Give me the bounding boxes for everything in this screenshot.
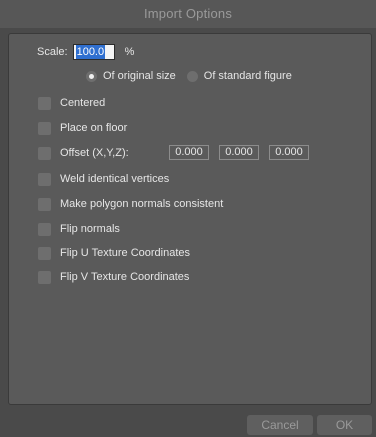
- scale-input[interactable]: 100.0: [72, 44, 115, 60]
- weld-option[interactable]: Weld identical vertices: [38, 171, 169, 187]
- offset-option: Offset (X,Y,Z): 0.000 0.000 0.000: [38, 145, 338, 161]
- dialog-title: Import Options: [0, 0, 376, 28]
- standard-figure-radio[interactable]: [186, 70, 198, 82]
- flip-v-label: Flip V Texture Coordinates: [60, 271, 190, 283]
- options-panel: Scale: 100.0 % Of original size Of stand…: [8, 33, 372, 405]
- original-size-label: Of original size: [103, 70, 176, 82]
- ok-button[interactable]: OK: [317, 415, 372, 435]
- centered-checkbox[interactable]: [38, 96, 51, 110]
- place-on-floor-label: Place on floor: [60, 122, 128, 134]
- place-on-floor-option[interactable]: Place on floor: [38, 120, 127, 136]
- place-on-floor-checkbox[interactable]: [38, 121, 51, 135]
- scale-value: 100.0: [75, 45, 106, 59]
- make-consistent-label: Make polygon normals consistent: [60, 198, 224, 210]
- scale-unit: %: [124, 46, 135, 58]
- centered-option[interactable]: Centered: [38, 95, 105, 111]
- size-reference-group: Of original size Of standard figure: [86, 68, 292, 84]
- flip-v-checkbox[interactable]: [38, 270, 51, 284]
- standard-figure-label: Of standard figure: [203, 70, 292, 82]
- flip-v-option[interactable]: Flip V Texture Coordinates: [38, 269, 189, 285]
- cancel-button[interactable]: Cancel: [247, 415, 313, 435]
- flip-normals-label: Flip normals: [60, 223, 120, 235]
- flip-normals-checkbox[interactable]: [38, 222, 51, 236]
- scale-label: Scale:: [37, 46, 68, 58]
- offset-x-field[interactable]: 0.000: [169, 145, 209, 160]
- flip-u-option[interactable]: Flip U Texture Coordinates: [38, 245, 190, 261]
- scale-row: Scale: 100.0 %: [37, 43, 134, 61]
- button-bar: Cancel OK: [0, 414, 376, 437]
- flip-normals-option[interactable]: Flip normals: [38, 221, 120, 237]
- import-options-dialog: Import Options Scale: 100.0 % Of origina…: [0, 0, 376, 437]
- centered-label: Centered: [60, 97, 106, 109]
- weld-label: Weld identical vertices: [60, 173, 170, 185]
- make-consistent-option[interactable]: Make polygon normals consistent: [38, 196, 223, 212]
- weld-checkbox[interactable]: [38, 172, 51, 186]
- original-size-radio[interactable]: [86, 70, 97, 82]
- offset-z-field[interactable]: 0.000: [269, 145, 309, 160]
- offset-checkbox[interactable]: [38, 146, 51, 160]
- flip-u-label: Flip U Texture Coordinates: [60, 247, 191, 259]
- flip-u-checkbox[interactable]: [38, 246, 51, 260]
- offset-y-field[interactable]: 0.000: [219, 145, 259, 160]
- make-consistent-checkbox[interactable]: [38, 197, 51, 211]
- offset-label: Offset (X,Y,Z):: [60, 147, 129, 159]
